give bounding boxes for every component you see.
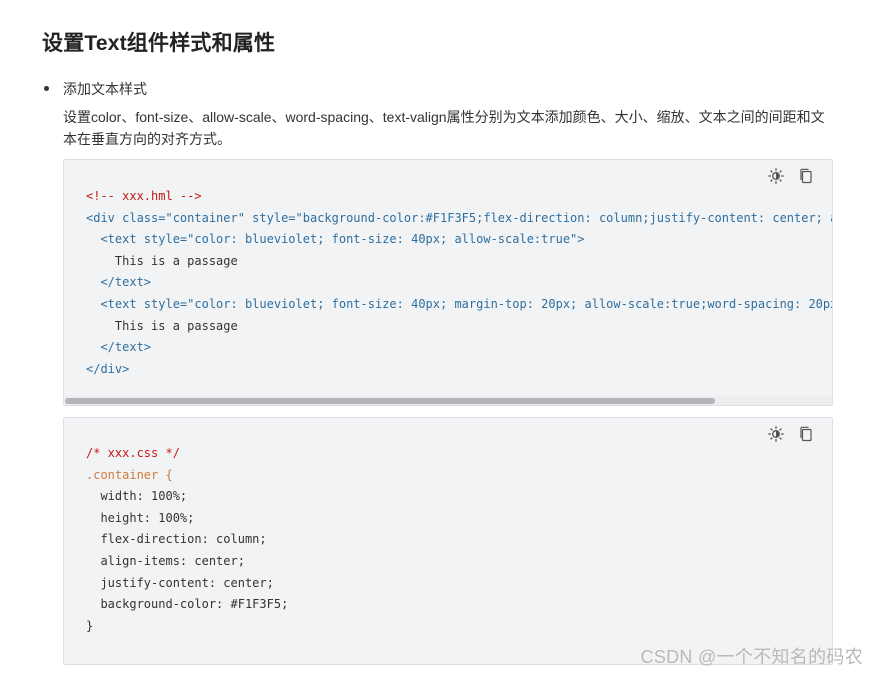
code-line: justify-content: center; — [86, 575, 274, 590]
code-line: <text style="color: blueviolet; font-siz… — [86, 232, 585, 247]
brightness-icon[interactable] — [768, 426, 784, 442]
code-line: align-items: center; — [86, 553, 245, 568]
code-line: flex-direction: column; — [86, 532, 267, 547]
page-title: 设置Text组件样式和属性 — [42, 32, 276, 55]
bullet-dot — [44, 86, 49, 91]
watermark: CSDN @一个不知名的码农 — [640, 647, 863, 667]
code-line: <div class="container" style="background… — [86, 210, 833, 225]
code-toolbar — [768, 168, 814, 184]
code-line: </text> — [86, 340, 152, 355]
scrollbar-thumb[interactable] — [65, 398, 715, 404]
brightness-icon[interactable] — [768, 168, 784, 184]
code-line: <!-- xxx.hml --> — [86, 189, 202, 203]
description: 设置color、font-size、allow-scale、word-spaci… — [63, 109, 825, 147]
bullet-title: 添加文本样式 — [63, 81, 147, 97]
code-content-css: /* xxx.css */ .container { width: 100%; … — [86, 443, 288, 637]
code-line: background-color: #F1F3F5; — [86, 597, 289, 612]
code-line: } — [86, 618, 94, 633]
code-block-css[interactable]: /* xxx.css */ .container { width: 100%; … — [63, 417, 833, 665]
code-line: This is a passage — [86, 318, 238, 333]
copy-icon[interactable] — [798, 168, 814, 184]
code-line: /* xxx.css */ — [86, 446, 180, 460]
code-line: height: 100%; — [86, 510, 195, 525]
copy-icon[interactable] — [798, 426, 814, 442]
code-toolbar — [768, 426, 814, 442]
code-line: </div> — [86, 361, 130, 376]
code-block-hml[interactable]: <!-- xxx.hml --> <div class="container" … — [63, 159, 833, 406]
code-line: </text> — [86, 275, 152, 290]
code-line: .container { — [86, 467, 173, 482]
code-line: width: 100%; — [86, 489, 188, 504]
code-content-hml: <!-- xxx.hml --> <div class="container" … — [86, 186, 833, 380]
code-line: This is a passage — [86, 253, 238, 268]
horizontal-scrollbar[interactable] — [64, 396, 832, 405]
code-line: <text style="color: blueviolet; font-siz… — [86, 296, 833, 311]
